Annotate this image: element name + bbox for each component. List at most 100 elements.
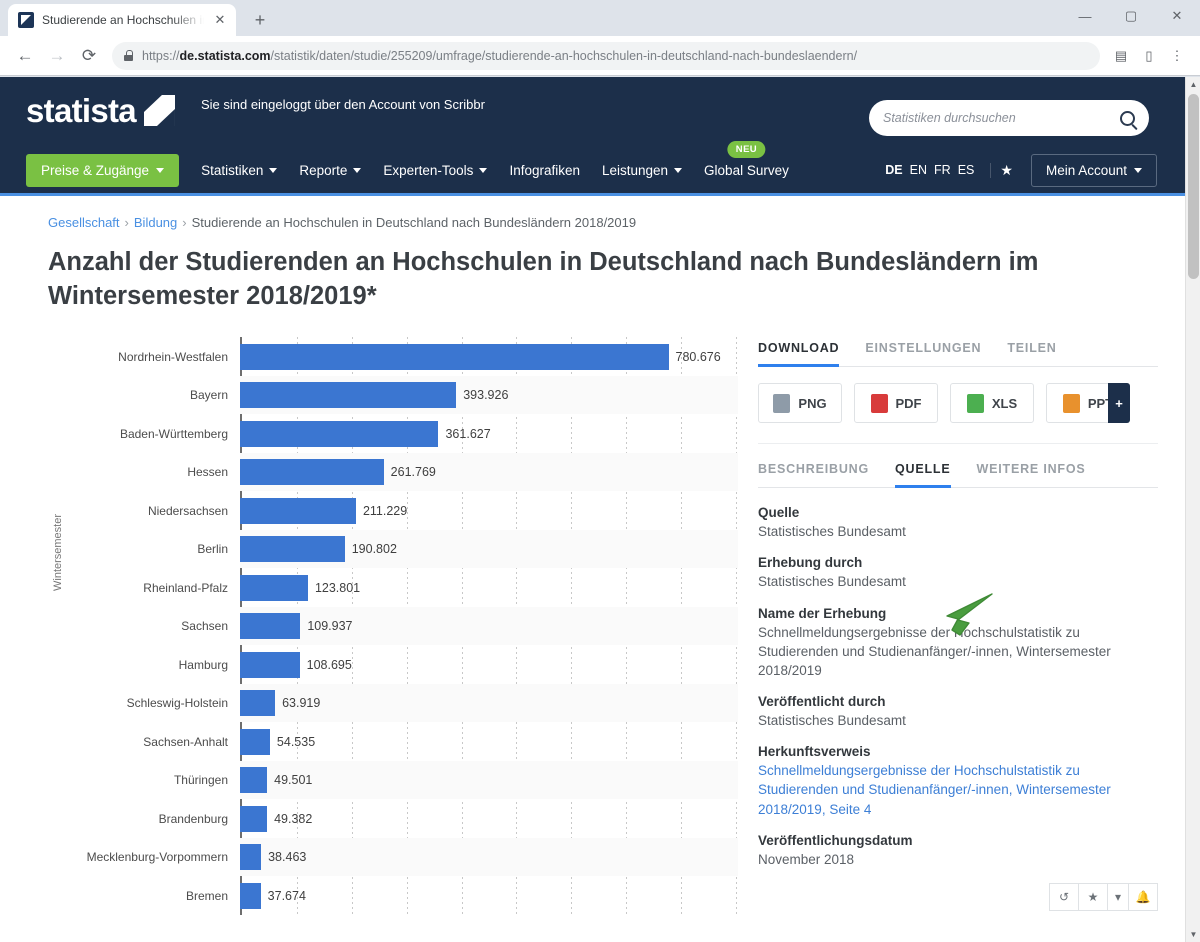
forward-arrow-icon[interactable]: → bbox=[42, 41, 72, 71]
info-tabbar: BESCHREIBUNG QUELLE WEITERE INFOS bbox=[758, 462, 1158, 488]
download-xls-button[interactable]: XLS bbox=[950, 383, 1034, 423]
chart-category-label: Mecklenburg-Vorpommern bbox=[76, 850, 240, 864]
chart-bar[interactable] bbox=[240, 575, 308, 601]
browser-window: Studierende an Hochschulen in D ✕ + — ▢ … bbox=[0, 0, 1200, 942]
chart-plot-cell: 54.535 bbox=[240, 722, 738, 761]
back-arrow-icon[interactable]: ← bbox=[10, 41, 40, 71]
chart-category-label: Sachsen bbox=[76, 619, 240, 633]
page-title: Anzahl der Studierenden an Hochschulen i… bbox=[48, 246, 1088, 313]
new-tab-button[interactable]: + bbox=[246, 6, 274, 34]
kebab-menu-icon[interactable]: ⋮ bbox=[1164, 43, 1190, 69]
download-tab[interactable]: TEILEN bbox=[1007, 341, 1056, 366]
breadcrumb-item-bildung[interactable]: Bildung bbox=[134, 215, 177, 230]
download-tab[interactable]: EINSTELLUNGEN bbox=[865, 341, 981, 366]
statista-favicon-icon bbox=[18, 12, 34, 28]
browser-tab[interactable]: Studierende an Hochschulen in D ✕ bbox=[8, 4, 236, 36]
lang-en[interactable]: EN bbox=[910, 163, 927, 177]
translate-icon[interactable]: ▤ bbox=[1108, 43, 1134, 69]
source-section: Erhebung durchStatistisches Bundesamt bbox=[758, 555, 1158, 591]
bell-icon[interactable]: 🔔 bbox=[1128, 883, 1158, 911]
info-tab[interactable]: WEITERE INFOS bbox=[977, 462, 1086, 487]
profile-icon[interactable]: ▯ bbox=[1136, 43, 1162, 69]
info-tab[interactable]: BESCHREIBUNG bbox=[758, 462, 869, 487]
chart-plot-cell: 361.627 bbox=[240, 414, 738, 453]
nav-item-infografiken[interactable]: Infografiken bbox=[509, 163, 580, 178]
statista-logo[interactable]: statista bbox=[26, 94, 175, 127]
chart-row: Mecklenburg-Vorpommern 38.463 bbox=[76, 838, 738, 877]
source-section-heading: Veröffentlichungsdatum bbox=[758, 833, 1158, 848]
window-close-icon[interactable]: ✕ bbox=[1154, 0, 1200, 32]
breadcrumb-item-gesellschaft[interactable]: Gesellschaft bbox=[48, 215, 120, 230]
scroll-up-icon[interactable]: ▲ bbox=[1186, 77, 1200, 92]
nav-label: Reporte bbox=[299, 163, 347, 178]
chart-plot-cell: 211.229 bbox=[240, 491, 738, 530]
chart-bar[interactable] bbox=[240, 844, 261, 870]
nav-item-experten-tools[interactable]: Experten-Tools bbox=[383, 163, 487, 178]
chart-category-label: Nordrhein-Westfalen bbox=[76, 350, 240, 364]
chart-row: Bremen37.674 bbox=[76, 876, 738, 915]
nav-label: Statistiken bbox=[201, 163, 263, 178]
search-box[interactable] bbox=[869, 100, 1149, 136]
chart-bar[interactable] bbox=[240, 613, 300, 639]
tab-strip: Studierende an Hochschulen in D ✕ + — ▢ … bbox=[0, 0, 1200, 36]
search-input[interactable] bbox=[883, 111, 1120, 125]
maximize-icon[interactable]: ▢ bbox=[1108, 0, 1154, 32]
nav-pricing-button[interactable]: Preise & Zugänge bbox=[26, 154, 179, 187]
statista-page: statista Sie sind eingeloggt über den Ac… bbox=[0, 77, 1185, 942]
chart-bar[interactable] bbox=[240, 421, 438, 447]
nav-item-statistiken[interactable]: Statistiken bbox=[201, 163, 277, 178]
chart-plot-cell: 109.937 bbox=[240, 607, 738, 646]
chart-bar[interactable] bbox=[240, 806, 267, 832]
lang-de[interactable]: DE bbox=[885, 163, 902, 177]
chart-bar[interactable] bbox=[240, 767, 267, 793]
chart-plot-cell: 38.463 bbox=[240, 838, 738, 877]
main-nav: Preise & Zugänge Statistiken Reporte Exp… bbox=[0, 147, 1185, 193]
download-ppt-button[interactable]: PPT+ bbox=[1046, 383, 1130, 423]
nav-item-global-survey[interactable]: NEU Global Survey bbox=[704, 163, 789, 178]
lang-es[interactable]: ES bbox=[958, 163, 975, 177]
reload-icon[interactable]: ⟳ bbox=[74, 41, 104, 71]
nav-item-reporte[interactable]: Reporte bbox=[299, 163, 361, 178]
chart-bar[interactable] bbox=[240, 729, 270, 755]
history-revert-icon[interactable]: ↺ bbox=[1049, 883, 1079, 911]
chart-and-panel: Wintersemester Nordrhein-Westfalen780.67… bbox=[48, 337, 1185, 915]
chart-bar[interactable] bbox=[240, 883, 261, 909]
download-tab[interactable]: DOWNLOAD bbox=[758, 341, 839, 366]
chart-bar[interactable] bbox=[240, 459, 384, 485]
chart-category-label: Niedersachsen bbox=[76, 504, 240, 518]
lang-fr[interactable]: FR bbox=[934, 163, 951, 177]
chart-container: Wintersemester Nordrhein-Westfalen780.67… bbox=[48, 337, 738, 915]
scroll-down-icon[interactable]: ▼ bbox=[1186, 927, 1200, 942]
chart-bar[interactable] bbox=[240, 498, 356, 524]
download-pdf-button[interactable]: PDF bbox=[854, 383, 938, 423]
chart-bar[interactable] bbox=[240, 690, 275, 716]
my-account-button[interactable]: Mein Account bbox=[1031, 154, 1157, 187]
address-bar[interactable]: https://de.statista.com/statistik/daten/… bbox=[112, 42, 1100, 70]
download-png-button[interactable]: PNG bbox=[758, 383, 842, 423]
browser-toolbar: ← → ⟳ https://de.statista.com/statistik/… bbox=[0, 36, 1200, 76]
chevron-down-icon[interactable]: ▾ bbox=[1107, 883, 1129, 911]
page-scrollbar[interactable]: ▲ ▼ bbox=[1185, 77, 1200, 942]
chart-category-label: Rheinland-Pfalz bbox=[76, 581, 240, 595]
source-section-link[interactable]: Schnellmeldungsergebnisse der Hochschuls… bbox=[758, 761, 1158, 818]
nav-item-leistungen[interactable]: Leistungen bbox=[602, 163, 682, 178]
scrollbar-thumb[interactable] bbox=[1188, 94, 1199, 279]
pdf-file-icon bbox=[871, 394, 888, 413]
star-icon[interactable]: ★ bbox=[1078, 883, 1108, 911]
excel-file-icon bbox=[967, 394, 984, 413]
chart-bar[interactable] bbox=[240, 536, 345, 562]
close-icon[interactable]: ✕ bbox=[212, 12, 228, 28]
source-section-heading: Herkunftsverweis bbox=[758, 744, 1158, 759]
info-tab[interactable]: QUELLE bbox=[895, 462, 951, 487]
search-icon[interactable] bbox=[1120, 111, 1135, 126]
chart-bar[interactable] bbox=[240, 652, 300, 678]
source-section: VeröffentlichungsdatumNovember 2018 bbox=[758, 833, 1158, 869]
chart-bar[interactable] bbox=[240, 382, 456, 408]
download-button-row: PNG PDF XLS PPT+ bbox=[758, 383, 1158, 444]
panel-action-buttons: ↺ ★ ▾ 🔔 bbox=[758, 883, 1158, 911]
chart-value-label: 38.463 bbox=[268, 850, 306, 864]
star-icon[interactable]: ★ bbox=[1000, 162, 1013, 179]
minimize-icon[interactable]: — bbox=[1062, 0, 1108, 32]
download-more-button[interactable]: + bbox=[1108, 383, 1130, 423]
chart-bar[interactable] bbox=[240, 344, 669, 370]
